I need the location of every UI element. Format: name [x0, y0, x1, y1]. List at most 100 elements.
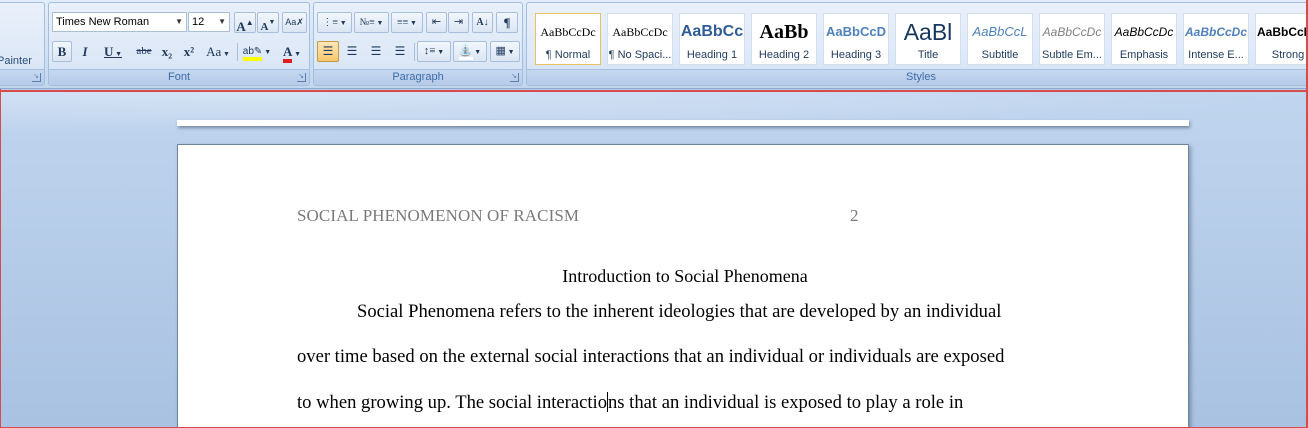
style-sample: AaBbCcL — [972, 24, 1028, 39]
decrease-indent-button[interactable]: ⇤ — [426, 12, 447, 33]
highlight-color-button[interactable]: ab✎ ▼ — [241, 41, 273, 62]
separator — [237, 43, 238, 61]
font-size-dropdown-icon[interactable]: ▼ — [218, 13, 226, 31]
style-emphasis[interactable]: AaBbCcDc Emphasis — [1111, 13, 1177, 65]
style-heading-1[interactable]: AaBbCc Heading 1 — [679, 13, 745, 65]
align-center-button[interactable]: ☰ — [341, 41, 363, 62]
shrink-font-button[interactable]: A▼ — [257, 12, 279, 33]
borders-button[interactable]: ▦ ▼ — [490, 41, 520, 62]
page-number[interactable]: 2 — [850, 206, 859, 226]
align-right-button[interactable]: ☰ — [365, 41, 387, 62]
font-color-icon: A — [282, 44, 293, 63]
style-sample: AaBb — [759, 21, 809, 43]
clipboard-dialog-launcher-icon[interactable] — [32, 73, 41, 82]
style-sample: AaBbCcDc — [612, 25, 668, 39]
style-sample: AaBbCcDc — [540, 25, 596, 39]
font-name-dropdown-icon[interactable]: ▼ — [175, 13, 183, 31]
style-heading-3[interactable]: AaBbCcD Heading 3 — [823, 13, 889, 65]
body-text-line[interactable]: to when growing up. The social interacti… — [297, 392, 963, 414]
document-page[interactable]: SOCIAL PHENOMENON OF RACISM 2 Introducti… — [177, 144, 1189, 428]
shrink-font-icon: A — [260, 21, 269, 33]
style-name: Heading 3 — [830, 49, 882, 61]
grow-font-button[interactable]: A▲ — [234, 12, 256, 34]
style-name: Heading 2 — [758, 49, 810, 61]
align-right-icon: ☰ — [370, 44, 382, 58]
italic-button[interactable]: I — [75, 41, 95, 62]
styles-group: AaBbCcDc ¶ Normal AaBbCcDc ¶ No Spaci...… — [526, 2, 1308, 86]
document-heading[interactable]: Introduction to Social Phenomena — [178, 266, 1188, 287]
increase-indent-icon: ⇥ — [453, 16, 464, 28]
style-sample: AaBbCcD — [826, 24, 886, 39]
sort-icon: A↓ — [476, 17, 489, 28]
style-name: ¶ Normal — [545, 49, 591, 61]
text-after-caret: ns that an individual is exposed to play… — [608, 392, 964, 413]
strikethrough-button[interactable]: abe — [133, 41, 155, 62]
style-normal[interactable]: AaBbCcDc ¶ Normal — [535, 13, 601, 65]
style-heading-2[interactable]: AaBb Heading 2 — [751, 13, 817, 65]
numbering-button[interactable]: №≡ ▼ — [354, 12, 389, 33]
increase-indent-button[interactable]: ⇥ — [448, 12, 469, 33]
style-subtitle[interactable]: AaBbCcL Subtitle — [967, 13, 1033, 65]
styles-group-label: Styles — [527, 69, 1308, 85]
style-sample: AaBbCc — [680, 23, 744, 40]
multilevel-list-button[interactable]: ≡≡ ▼ — [391, 12, 423, 33]
shading-button[interactable]: ⛲ ▼ — [453, 41, 487, 62]
underline-icon: U — [103, 44, 114, 59]
style-sample: AaBbCcDc — [1184, 25, 1247, 39]
body-text-line[interactable]: over time based on the external social i… — [297, 346, 1004, 368]
style-name: ¶ No Spaci... — [608, 49, 672, 61]
text-before-caret: to when growing up. The social interacti… — [297, 392, 607, 413]
font-color-button[interactable]: A ▼ — [276, 41, 308, 63]
style-sample: AaBbCcDc — [1114, 25, 1174, 39]
running-head[interactable]: SOCIAL PHENOMENON OF RACISM — [297, 206, 579, 226]
style-no-spacing[interactable]: AaBbCcDc ¶ No Spaci... — [607, 13, 673, 65]
font-size-value: 12 — [192, 16, 205, 28]
bullets-button[interactable]: ⋮≡ ▼ — [317, 12, 352, 33]
subscript-icon: x₂ — [161, 44, 173, 59]
document-workspace[interactable]: SOCIAL PHENOMENON OF RACISM 2 Introducti… — [0, 90, 1308, 428]
style-sample: AaBl — [903, 20, 953, 44]
font-dialog-launcher-icon[interactable] — [297, 73, 306, 82]
style-name: Emphasis — [1119, 49, 1169, 61]
body-text-line[interactable]: Social Phenomena refers to the inherent … — [357, 301, 1001, 323]
font-group-label: Font — [49, 69, 309, 85]
clear-formatting-button[interactable]: Aa✗ — [282, 12, 307, 33]
style-intense-emphasis[interactable]: AaBbCcDc Intense E... — [1183, 13, 1249, 65]
window-frame-left — [0, 89, 1, 428]
underline-button[interactable]: U ▼ — [98, 41, 128, 62]
grow-font-icon: A — [236, 19, 246, 34]
line-spacing-icon: ↕≡ — [423, 45, 436, 57]
clipboard-group: Painter — [0, 2, 45, 86]
pilcrow-icon: ¶ — [503, 15, 511, 30]
paragraph-dialog-launcher-icon[interactable] — [510, 73, 519, 82]
bullets-icon: ⋮≡ — [322, 17, 338, 28]
superscript-button[interactable]: x² — [179, 41, 199, 62]
style-title[interactable]: AaBl Title — [895, 13, 961, 65]
bold-icon: B — [57, 44, 67, 59]
justify-button[interactable]: ☰ — [389, 41, 411, 62]
font-name-combo[interactable]: Times New Roman ▼ — [52, 12, 187, 32]
borders-icon: ▦ — [495, 45, 506, 57]
decrease-indent-icon: ⇤ — [431, 16, 442, 28]
separator — [414, 43, 415, 61]
align-left-button[interactable]: ☰ — [317, 41, 339, 62]
style-strong[interactable]: AaBbCcDc Strong — [1255, 13, 1308, 65]
style-subtle-emphasis[interactable]: AaBbCcDc Subtle Em... — [1039, 13, 1105, 65]
bold-button[interactable]: B — [52, 41, 72, 62]
style-name: Subtle Em... — [1042, 49, 1102, 61]
previous-page-edge — [177, 120, 1189, 126]
font-size-combo[interactable]: 12 ▼ — [188, 12, 230, 32]
style-name: Title — [917, 49, 939, 61]
highlighter-icon: ab✎ — [242, 46, 263, 61]
align-left-icon: ☰ — [322, 44, 334, 58]
sort-button[interactable]: A↓ — [472, 12, 493, 33]
paragraph-group: ⋮≡ ▼ №≡ ▼ ≡≡ ▼ ⇤ ⇥ A↓ ¶ ☰ ☰ ☰ ☰ ↕≡ ▼ ⛲ ▼… — [313, 2, 523, 86]
subscript-button[interactable]: x₂ — [157, 41, 177, 62]
line-spacing-button[interactable]: ↕≡ ▼ — [417, 41, 451, 62]
format-painter-button[interactable]: Painter — [0, 55, 32, 67]
change-case-button[interactable]: Aa ▼ — [202, 41, 234, 62]
ribbon: Painter Times New Roman ▼ 12 ▼ A▲ A▼ Aa✗… — [0, 0, 1308, 89]
style-name: Strong — [1271, 49, 1305, 61]
change-case-icon: Aa — [206, 44, 222, 59]
show-hide-marks-button[interactable]: ¶ — [496, 12, 518, 33]
